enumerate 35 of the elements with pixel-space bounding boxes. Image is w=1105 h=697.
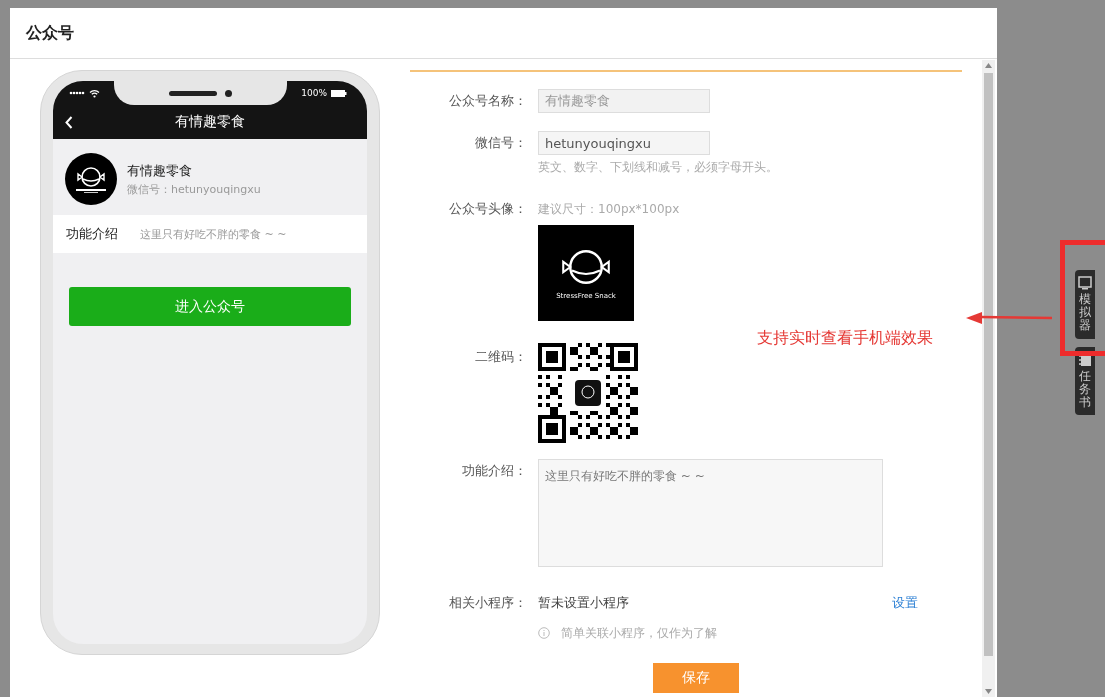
annotation-text: 支持实时查看手机端效果 <box>757 328 933 349</box>
logo-mark-icon <box>76 189 106 193</box>
scrollbar[interactable] <box>982 60 995 697</box>
note-text: 简单关联小程序，仅作为了解 <box>561 625 717 642</box>
field-label: 微信号： <box>474 134 527 152</box>
field-label: 功能介绍： <box>461 462 527 480</box>
field-label: 相关小程序： <box>448 594 527 612</box>
field-label: 二维码： <box>474 348 527 366</box>
back-icon[interactable] <box>65 115 73 129</box>
intro-label: 功能介绍 <box>66 225 118 243</box>
side-tab[interactable]: 模拟器 <box>1075 270 1095 339</box>
page-title: 公众号 <box>26 22 74 44</box>
wechat-id: 微信号：hetunyouqingxu <box>127 181 261 197</box>
info-icon <box>538 627 550 639</box>
enter-account-button[interactable]: 进入公众号 <box>69 287 351 326</box>
wifi-icon <box>89 88 100 98</box>
monitor-icon <box>1078 276 1092 290</box>
scroll-down-icon[interactable] <box>985 689 992 694</box>
scroll-up-icon[interactable] <box>985 63 992 68</box>
intro-text: 这里只有好吃不胖的零食 ~ ~ <box>140 226 287 242</box>
nav-title: 有情趣零食 <box>175 113 245 131</box>
signal-icon <box>69 91 85 95</box>
settings-link[interactable]: 设置 <box>892 591 918 615</box>
wechat-id-field[interactable]: hetunyouqingxu <box>538 131 710 155</box>
field-hint: 建议尺寸：100px*100px <box>538 201 680 218</box>
battery-icon <box>331 89 347 97</box>
field-label: 公众号名称： <box>448 92 527 110</box>
field-label: 公众号头像： <box>448 200 527 218</box>
save-button[interactable]: 保存 <box>653 663 739 693</box>
field-hint: 英文、数字、下划线和减号，必须字母开头。 <box>538 159 778 176</box>
account-name: 有情趣零食 <box>127 161 193 180</box>
battery-percent: 100% <box>301 88 327 98</box>
mini-program-status: 暂未设置小程序 <box>538 594 630 612</box>
intro-field[interactable]: 这里只有好吃不胖的零食 ~ ~ <box>538 459 883 567</box>
side-tab[interactable]: 任务书 <box>1075 346 1095 416</box>
